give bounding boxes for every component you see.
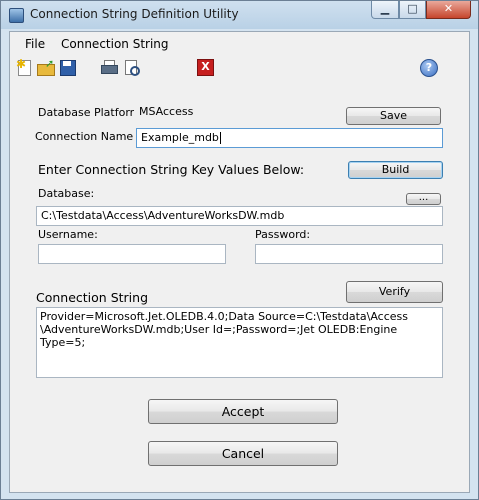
- connection-name-input[interactable]: Example_mdb: [136, 128, 443, 148]
- menu-file[interactable]: File: [25, 37, 45, 51]
- title-bar[interactable]: Connection String Definition Utility ▁ □…: [1, 1, 478, 29]
- password-label: Password:: [255, 228, 311, 241]
- connection-string-label: Connection String: [36, 290, 149, 305]
- open-folder-icon[interactable]: ➚: [37, 57, 55, 76]
- database-label: Database:: [38, 187, 95, 200]
- save-button[interactable]: Save: [346, 107, 441, 125]
- new-document-icon[interactable]: ✱: [16, 57, 33, 76]
- platform-label: Database Platform: [38, 106, 141, 119]
- client-area: File Connection String ✱ ➚ X ? Database …: [9, 31, 470, 493]
- main-window: Connection String Definition Utility ▁ □…: [0, 0, 479, 500]
- cancel-button[interactable]: Cancel: [148, 441, 338, 466]
- database-input[interactable]: C:\Testdata\Access\AdventureWorksDW.mdb: [36, 206, 443, 226]
- connection-name-label: Connection Name: [35, 130, 134, 143]
- app-icon: [9, 8, 24, 23]
- close-button[interactable]: ✕: [426, 1, 471, 19]
- menu-connection-string[interactable]: Connection String: [61, 37, 169, 51]
- browse-button[interactable]: ...: [406, 193, 441, 205]
- print-icon[interactable]: [100, 59, 118, 76]
- password-input[interactable]: [255, 244, 443, 264]
- help-icon[interactable]: ?: [420, 59, 438, 77]
- window-title: Connection String Definition Utility: [30, 7, 239, 21]
- maximize-button[interactable]: □: [399, 1, 426, 19]
- username-input[interactable]: [38, 244, 226, 264]
- connection-name-value: Example_mdb: [141, 131, 219, 144]
- verify-button[interactable]: Verify: [346, 281, 443, 303]
- connection-string-textarea[interactable]: Provider=Microsoft.Jet.OLEDB.4.0;Data So…: [36, 307, 443, 378]
- minimize-button[interactable]: ▁: [371, 1, 399, 19]
- save-disk-icon[interactable]: [59, 59, 76, 76]
- print-preview-icon[interactable]: [123, 59, 140, 76]
- accept-button[interactable]: Accept: [148, 399, 338, 424]
- key-values-heading: Enter Connection String Key Values Below…: [38, 162, 305, 177]
- build-button[interactable]: Build: [348, 161, 443, 179]
- toolbar: ✱ ➚ X ?: [10, 55, 469, 81]
- exit-icon[interactable]: X: [197, 59, 214, 76]
- platform-field: MSAccess: [134, 102, 312, 122]
- menu-bar: File Connection String: [10, 32, 469, 54]
- username-label: Username:: [38, 228, 98, 241]
- text-caret: [219, 132, 221, 144]
